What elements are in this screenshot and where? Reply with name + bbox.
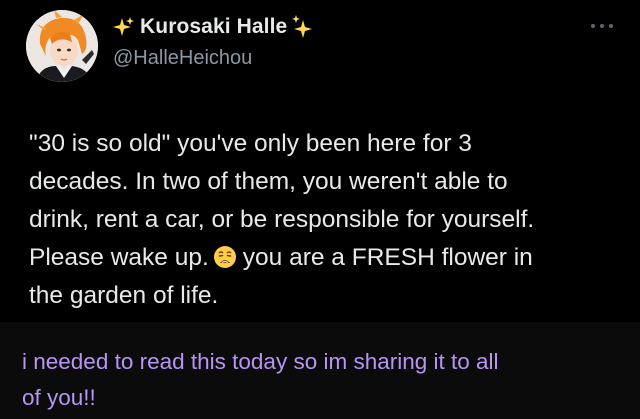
more-options-icon[interactable]	[591, 20, 613, 32]
weary-face-emoji-icon	[213, 243, 237, 268]
dot	[591, 24, 595, 28]
tweet-card: Kurosaki Halle @HalleHeichou "30 is so o…	[0, 0, 640, 322]
tweet-text-line: drink, rent a car, or be responsible for…	[29, 206, 535, 233]
profile-avatar-image	[26, 10, 98, 82]
sparkles-icon	[112, 15, 136, 39]
caption-line: i needed to read this today so im sharin…	[22, 349, 499, 374]
user-handle[interactable]: @HalleHeichou	[113, 47, 252, 70]
tweet-text-line: "30 is so old" you've only been here for…	[29, 130, 472, 157]
display-name[interactable]: Kurosaki Halle	[138, 15, 289, 39]
tweet-text-line: decades. In two of them, you weren't abl…	[29, 168, 508, 195]
dot	[600, 24, 604, 28]
sparkles-icon	[291, 15, 315, 39]
caption-panel: i needed to read this today so im sharin…	[0, 322, 640, 419]
tweet-text: "30 is so old" you've only been here for…	[29, 125, 619, 315]
caption-text: i needed to read this today so im sharin…	[22, 344, 622, 416]
tweet-text-segment: you are a FRESH flower in	[242, 244, 533, 271]
tweet-text-line: the garden of life.	[29, 282, 219, 309]
name-row[interactable]: Kurosaki Halle	[112, 14, 315, 40]
tweet-text-segment: Please wake up.	[29, 244, 209, 271]
dot	[609, 24, 613, 28]
avatar[interactable]	[26, 10, 98, 82]
tweet-text-line: Please wake up. you are a FRESH flower i…	[29, 239, 619, 277]
caption-line: of you!!	[22, 385, 96, 410]
